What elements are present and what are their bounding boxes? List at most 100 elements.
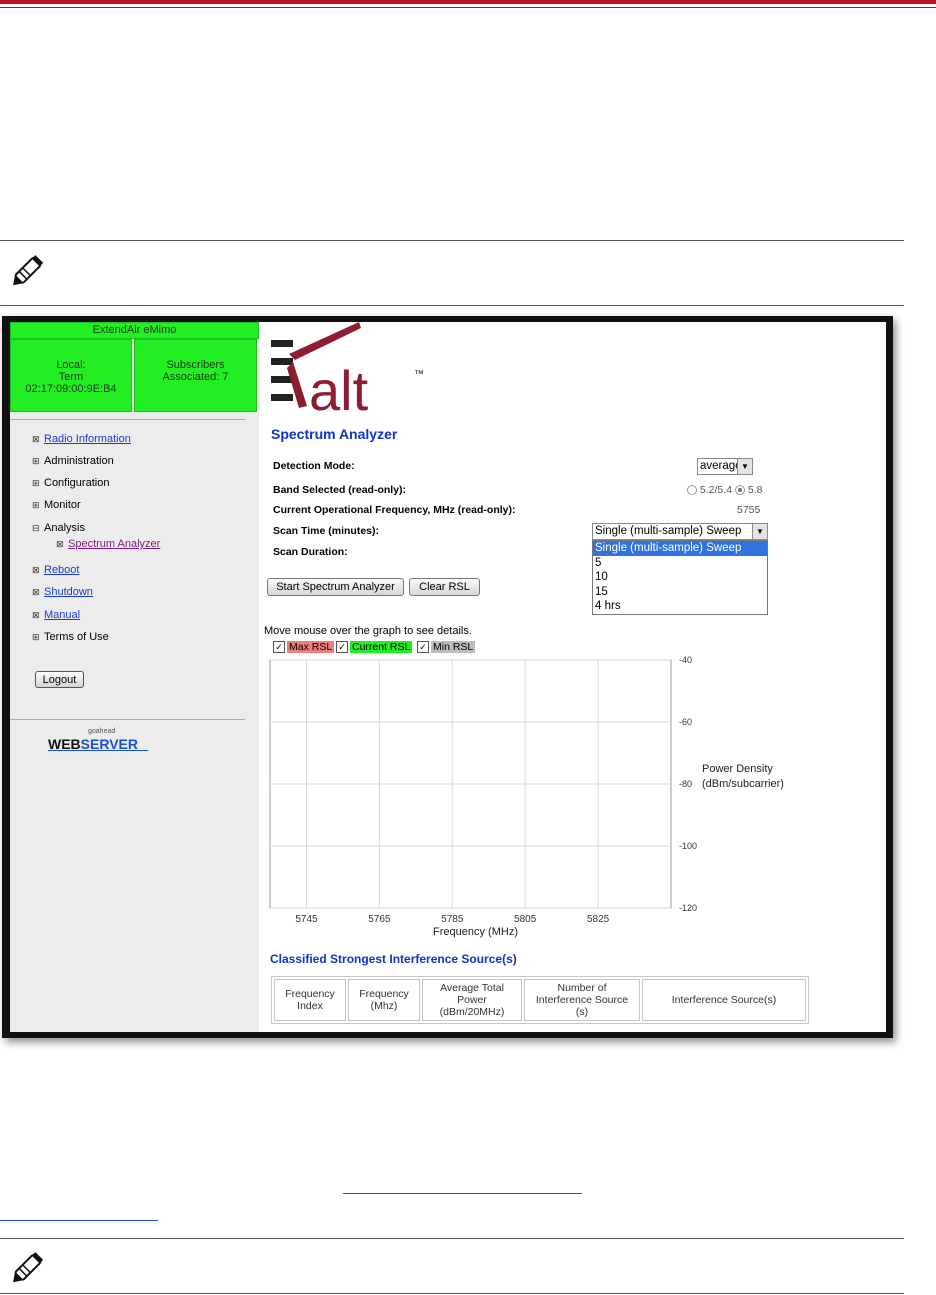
page-icon: ⊠ bbox=[56, 539, 64, 549]
sidebar-item-configuration[interactable]: ⊞ Configuration bbox=[32, 476, 109, 490]
sidebar-item-label[interactable]: Manual bbox=[44, 609, 80, 621]
table-column-header: Frequency (Mhz) bbox=[348, 979, 420, 1021]
pen-note-icon bbox=[13, 255, 44, 286]
chevron-down-icon: ▼ bbox=[752, 524, 767, 539]
main-panel: alt ™ Spectrum Analyzer Detection Mode: … bbox=[259, 322, 886, 1032]
table-header-row: Frequency Index Frequency (Mhz) Average Tota… bbox=[274, 979, 806, 1021]
page-icon: ⊠ bbox=[32, 565, 40, 575]
y-tick-label: -40 bbox=[679, 655, 692, 665]
subscribers-label: Subscribers bbox=[166, 359, 225, 371]
note-rule-top-2 bbox=[0, 1238, 904, 1239]
scan-duration-label: Scan Duration: bbox=[273, 546, 348, 558]
scan-time-option[interactable]: 4 hrs bbox=[593, 599, 767, 614]
detection-mode-label: Detection Mode: bbox=[273, 460, 355, 472]
sidebar-item-spectrum-analyzer[interactable]: ⊠ Spectrum Analyzer bbox=[56, 537, 160, 551]
product-name: ExtendAir eMimo bbox=[10, 322, 259, 339]
column-header-line: Number of bbox=[557, 982, 607, 994]
page-title: Spectrum Analyzer bbox=[271, 426, 398, 442]
detection-mode-select[interactable]: average ▼ bbox=[697, 458, 753, 475]
sidebar-item-manual[interactable]: ⊠ Manual bbox=[32, 608, 80, 622]
column-header-line: Frequency bbox=[359, 988, 409, 1000]
current-frequency-label: Current Operational Frequency, MHz (read… bbox=[273, 504, 516, 516]
page-icon: ⊠ bbox=[32, 610, 40, 620]
y-tick-label: -60 bbox=[679, 717, 692, 727]
sidebar-item-label[interactable]: Radio Information bbox=[44, 433, 131, 445]
table-column-header: Average Total Power (dBm/20MHz) bbox=[422, 979, 522, 1021]
page-icon: ⊠ bbox=[32, 434, 40, 444]
sidebar-item-administration[interactable]: ⊞ Administration bbox=[32, 454, 114, 468]
table-column-header: Frequency Index bbox=[274, 979, 346, 1021]
sidebar-divider-2 bbox=[10, 719, 245, 720]
expand-icon: ⊞ bbox=[32, 500, 40, 510]
y-tick-label: -100 bbox=[679, 841, 697, 851]
y-tick-label: -120 bbox=[679, 903, 697, 913]
note-rule-bottom bbox=[0, 305, 904, 306]
sidebar-item-label[interactable]: Shutdown bbox=[44, 586, 93, 598]
collapse-icon: ⊟ bbox=[32, 523, 40, 533]
scan-time-dropdown: Single (multi-sample) Sweep 5 10 15 4 hrs bbox=[592, 540, 768, 615]
logout-button[interactable]: Logout bbox=[35, 671, 84, 688]
band-option-5-2: 5.2/5.4 bbox=[699, 484, 733, 496]
sidebar-item-label[interactable]: Spectrum Analyzer bbox=[68, 538, 160, 550]
subscribers-status: Subscribers Associated: 7 bbox=[134, 339, 257, 412]
scan-time-value: Single (multi-sample) Sweep bbox=[595, 525, 742, 537]
scan-time-option[interactable]: 5 bbox=[593, 556, 767, 571]
clear-rsl-button[interactable]: Clear RSL bbox=[409, 578, 480, 596]
doc-link-underline-2[interactable] bbox=[0, 1220, 158, 1221]
graph-hint: Move mouse over the graph to see details… bbox=[264, 625, 472, 637]
interference-table: Frequency Index Frequency (Mhz) Average Tota… bbox=[271, 976, 809, 1024]
y-axis-label: (dBm/subcarrier) bbox=[702, 778, 784, 790]
radio-5-8-icon[interactable] bbox=[734, 485, 745, 496]
column-header-line: Average Total bbox=[440, 982, 504, 994]
band-radio-group: 5.2/5.4 5.8 bbox=[687, 484, 763, 496]
sidebar-item-label: Configuration bbox=[44, 477, 110, 489]
scan-time-label: Scan Time (minutes): bbox=[273, 525, 379, 537]
header-rule bbox=[0, 0, 936, 4]
scan-time-option[interactable]: Single (multi-sample) Sweep bbox=[593, 541, 767, 556]
y-axis-label: Power Density bbox=[702, 763, 773, 775]
sidebar-item-reboot[interactable]: ⊠ Reboot bbox=[32, 563, 79, 577]
logo-text: alt bbox=[309, 359, 369, 417]
interference-title: Classified Strongest Interference Source… bbox=[270, 952, 517, 966]
sidebar-item-monitor[interactable]: ⊞ Monitor bbox=[32, 498, 81, 512]
start-spectrum-analyzer-button[interactable]: Start Spectrum Analyzer bbox=[267, 578, 404, 596]
webserver-underline bbox=[48, 750, 148, 751]
column-header-line: Frequency bbox=[285, 988, 335, 1000]
local-label: Local: bbox=[56, 359, 86, 371]
note-rule-top bbox=[0, 240, 904, 241]
y-tick-label: -80 bbox=[679, 779, 692, 789]
web-ui: ExtendAir eMimo Local: Term 02:17:09:00:… bbox=[10, 322, 886, 1032]
column-header-line: (Mhz) bbox=[370, 1000, 398, 1012]
scan-time-option[interactable]: 15 bbox=[593, 585, 767, 600]
sidebar-item-label: Analysis bbox=[44, 522, 85, 534]
doc-link-underline[interactable] bbox=[343, 1193, 582, 1194]
column-header-line: Index bbox=[297, 1000, 323, 1012]
sidebar-item-radio-information[interactable]: ⊠ Radio Information bbox=[32, 432, 131, 446]
x-tick-label: 5765 bbox=[368, 914, 391, 925]
band-option-5-8: 5.8 bbox=[747, 484, 763, 496]
scan-time-select[interactable]: Single (multi-sample) Sweep ▼ bbox=[592, 523, 768, 540]
x-tick-label: 5825 bbox=[587, 914, 610, 925]
sidebar-item-label[interactable]: Reboot bbox=[44, 564, 79, 576]
subscribers-count: Associated: 7 bbox=[162, 371, 229, 383]
sidebar-item-terms-of-use[interactable]: ⊞ Terms of Use bbox=[32, 630, 109, 644]
column-header-line: Interference Source(s) bbox=[671, 994, 777, 1006]
spectrum-chart[interactable]: 5745 5765 5785 5805 5825 -40 -60 -80 -100 -120 Fre… bbox=[259, 652, 819, 942]
scan-time-option[interactable]: 10 bbox=[593, 570, 767, 585]
column-header-line: Power bbox=[457, 994, 487, 1006]
x-axis-label: Frequency (MHz) bbox=[433, 926, 518, 938]
sidebar-item-label: Terms of Use bbox=[44, 631, 109, 643]
local-mac: 02:17:09:00:9E:B4 bbox=[25, 383, 117, 395]
sidebar-item-shutdown[interactable]: ⊠ Shutdown bbox=[32, 585, 93, 599]
sidebar: ExtendAir eMimo Local: Term 02:17:09:00:… bbox=[10, 322, 259, 1032]
expand-icon: ⊞ bbox=[32, 456, 40, 466]
band-selected-label: Band Selected (read-only): bbox=[273, 484, 407, 496]
x-tick-label: 5785 bbox=[441, 914, 464, 925]
local-role: Term bbox=[58, 371, 84, 383]
sidebar-item-analysis[interactable]: ⊟ Analysis bbox=[32, 521, 85, 535]
logo-tm: ™ bbox=[414, 369, 424, 380]
radio-5-2-icon[interactable] bbox=[687, 485, 697, 496]
current-frequency-value: 5755 bbox=[737, 504, 761, 516]
column-header-line: (dBm/20MHz) bbox=[439, 1006, 505, 1018]
local-status: Local: Term 02:17:09:00:9E:B4 bbox=[10, 339, 132, 412]
